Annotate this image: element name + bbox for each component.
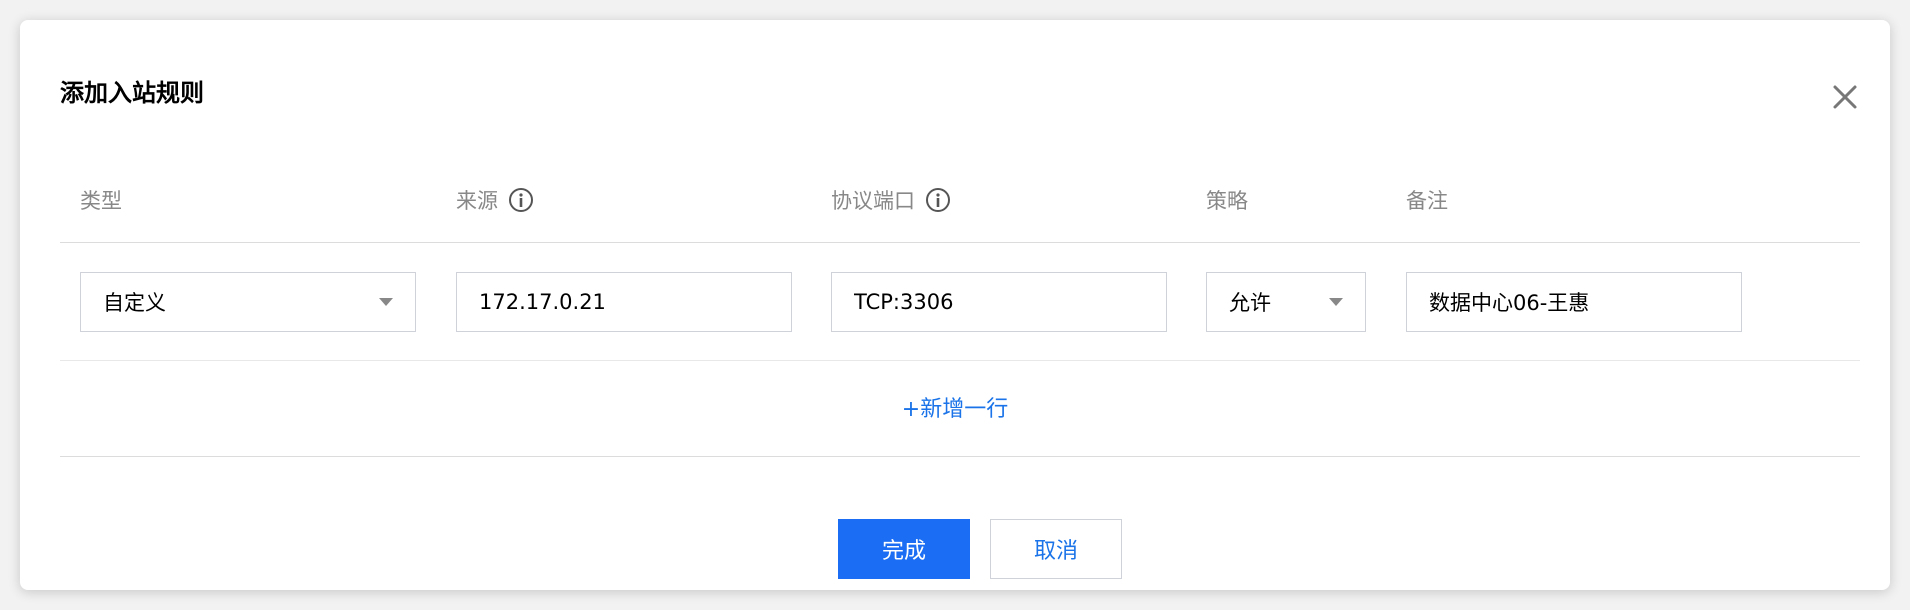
footer-divider [60, 456, 1860, 457]
table-header: 类型 来源 协议端口 策略 备注 [60, 180, 1860, 220]
chevron-down-icon [1329, 298, 1343, 306]
source-input-wrapper [456, 272, 792, 332]
header-protocol-port-label: 协议端口 [831, 189, 915, 213]
header-policy-label: 策略 [1206, 189, 1248, 213]
source-input[interactable] [479, 290, 769, 314]
header-divider [60, 242, 1860, 243]
dialog-title: 添加入站规则 [60, 79, 204, 107]
close-button[interactable] [1828, 80, 1862, 114]
header-source: 来源 [456, 180, 534, 220]
confirm-button-label: 完成 [881, 539, 926, 564]
header-remark-label: 备注 [1406, 189, 1448, 213]
chevron-down-icon [379, 298, 393, 306]
policy-select[interactable]: 允许 [1206, 272, 1366, 332]
confirm-button[interactable]: 完成 [838, 519, 970, 579]
header-type: 类型 [80, 180, 122, 220]
remark-input-wrapper [1406, 272, 1742, 332]
type-select-value: 自定义 [103, 291, 166, 315]
add-inbound-rule-dialog: 添加入站规则 类型 来源 协议端口 策略 备注 自定义 172.17.0.21 … [20, 20, 1890, 590]
cancel-button[interactable]: 取消 [990, 519, 1122, 579]
add-row-link[interactable]: +新增一行 [0, 392, 1910, 428]
header-source-label: 来源 [456, 189, 498, 213]
header-protocol-port: 协议端口 [831, 180, 951, 220]
policy-select-value: 允许 [1229, 291, 1271, 315]
add-row-label: +新增一行 [901, 397, 1009, 422]
cancel-button-label: 取消 [1033, 539, 1078, 564]
type-select[interactable]: 自定义 [80, 272, 416, 332]
header-policy: 策略 [1206, 180, 1248, 220]
header-type-label: 类型 [80, 189, 122, 213]
row-divider [60, 360, 1860, 361]
header-remark: 备注 [1406, 180, 1448, 220]
remark-input[interactable] [1429, 290, 1719, 314]
table-row: 自定义 允许 [60, 272, 1860, 332]
close-icon [1833, 85, 1857, 109]
info-icon[interactable] [508, 187, 534, 213]
protocol-port-input[interactable] [854, 290, 1144, 314]
port-input-wrapper [831, 272, 1167, 332]
info-icon[interactable] [925, 187, 951, 213]
